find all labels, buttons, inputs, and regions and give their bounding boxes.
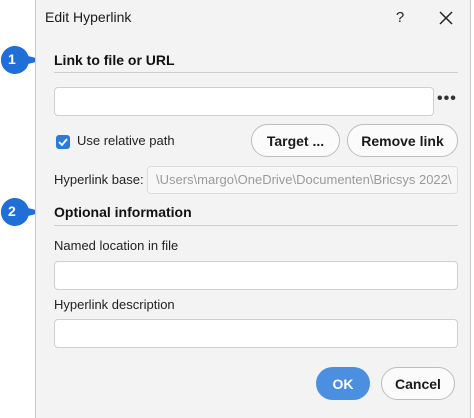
callout-2-number: 2 bbox=[8, 203, 16, 219]
ok-button[interactable]: OK bbox=[316, 367, 370, 400]
browse-button[interactable]: ••• bbox=[437, 90, 457, 108]
description-input[interactable] bbox=[54, 319, 458, 348]
named-location-input[interactable] bbox=[54, 261, 458, 290]
description-label: Hyperlink description bbox=[54, 297, 175, 312]
remove-link-button[interactable]: Remove link bbox=[347, 124, 458, 157]
section-divider-optional bbox=[54, 225, 458, 226]
use-relative-path-label: Use relative path bbox=[77, 133, 175, 148]
title-bar: Edit Hyperlink ? bbox=[36, 0, 470, 36]
callout-1-number: 1 bbox=[8, 51, 16, 67]
hyperlink-base-label: Hyperlink base: bbox=[54, 172, 144, 187]
url-input[interactable] bbox=[54, 87, 434, 116]
help-button[interactable]: ? bbox=[389, 7, 411, 29]
use-relative-path-checkbox[interactable] bbox=[56, 135, 70, 149]
checkmark-icon bbox=[58, 138, 68, 147]
section-title-optional: Optional information bbox=[54, 204, 192, 220]
target-button[interactable]: Target ... bbox=[251, 124, 340, 157]
hyperlink-base-field: \Users\margo\OneDrive\Documenten\Bricsys… bbox=[147, 166, 458, 194]
dialog-title: Edit Hyperlink bbox=[45, 9, 132, 25]
section-divider-link bbox=[54, 72, 458, 73]
edit-hyperlink-dialog: Edit Hyperlink ? Link to file or URL •••… bbox=[35, 0, 471, 418]
close-button[interactable] bbox=[435, 7, 457, 29]
close-icon bbox=[439, 11, 453, 25]
cancel-button[interactable]: Cancel bbox=[381, 367, 455, 400]
named-location-label: Named location in file bbox=[54, 238, 179, 253]
section-title-link: Link to file or URL bbox=[54, 52, 175, 68]
